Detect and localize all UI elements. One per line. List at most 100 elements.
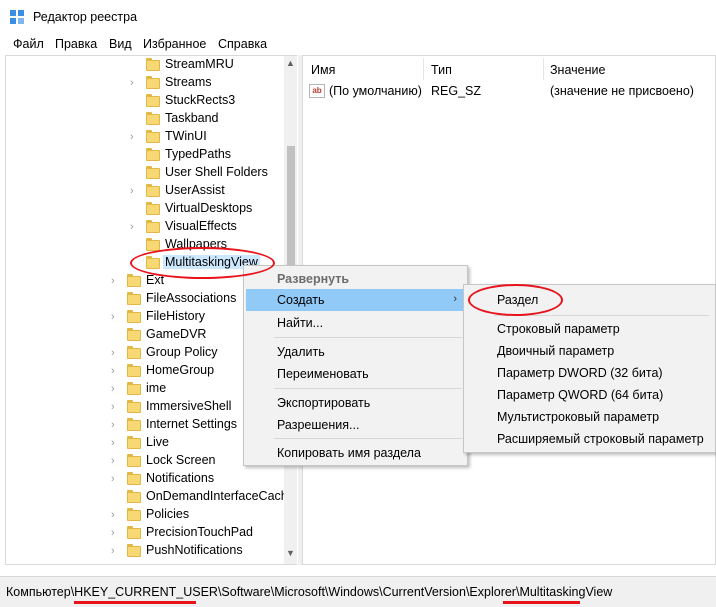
expand-chevron-icon[interactable]: › <box>130 184 140 198</box>
expand-chevron-icon[interactable]: › <box>111 346 121 360</box>
tree-item[interactable]: › PrecisionTouchPad <box>6 524 296 542</box>
tree-item-label: FileHistory <box>146 309 206 323</box>
column-name[interactable]: Имя <box>311 63 335 77</box>
menu-help[interactable]: Справка <box>218 37 267 51</box>
folder-icon <box>127 346 141 359</box>
tree-item-label: Streams <box>165 75 212 89</box>
expand-chevron-icon[interactable]: › <box>111 274 121 288</box>
expand-chevron-icon[interactable]: › <box>111 400 121 414</box>
menu-item-permissions[interactable]: Разрешения... <box>246 414 465 436</box>
tree-item[interactable]: OnDemandInterfaceCach <box>6 488 296 506</box>
folder-icon <box>146 94 160 107</box>
folder-icon <box>127 508 141 521</box>
submenu-item-binary-value[interactable]: Двоичный параметр <box>466 340 713 362</box>
menu-item-expand[interactable]: Развернуть <box>246 268 465 290</box>
submenu-item-key[interactable]: Раздел <box>466 289 713 311</box>
value-data: (значение не присвоено) <box>550 84 694 98</box>
menu-item-find[interactable]: Найти... <box>246 312 465 334</box>
expand-chevron-icon[interactable]: › <box>111 472 121 486</box>
value-type: REG_SZ <box>431 84 482 98</box>
expand-chevron-icon[interactable]: › <box>111 436 121 450</box>
expand-chevron-icon[interactable]: › <box>111 418 121 432</box>
expand-chevron-icon[interactable]: › <box>111 382 121 396</box>
tree-item-label: OnDemandInterfaceCach <box>146 489 288 503</box>
tree-item-label: TypedPaths <box>165 147 232 161</box>
menu-view[interactable]: Вид <box>109 37 132 51</box>
submenu-item-multi-string-value[interactable]: Мультистроковый параметр <box>466 406 713 428</box>
expand-chevron-icon[interactable]: › <box>111 310 121 324</box>
regedit-app-icon <box>10 10 24 24</box>
expand-chevron-icon[interactable]: › <box>111 526 121 540</box>
folder-icon <box>127 526 141 539</box>
tree-item[interactable]: › TWinUI <box>6 128 296 146</box>
annotation-underline-hkcu <box>74 601 196 604</box>
tree-item[interactable]: StuckRects3 <box>6 92 296 110</box>
tree-item-label: User Shell Folders <box>165 165 268 179</box>
folder-icon <box>146 202 160 215</box>
status-path: Компьютер\HKEY_CURRENT_USER\Software\Mic… <box>6 585 613 599</box>
folder-icon <box>146 238 160 251</box>
tree-item[interactable]: StreamMRU <box>6 56 296 74</box>
menu-edit[interactable]: Правка <box>55 37 97 51</box>
folder-icon <box>146 148 160 161</box>
tree-item[interactable]: › Streams <box>6 74 296 92</box>
folder-icon <box>127 328 141 341</box>
menu-item-delete[interactable]: Удалить <box>246 341 465 363</box>
folder-icon <box>127 310 141 323</box>
tree-item-label: FileAssociations <box>146 291 237 305</box>
value-row[interactable]: ab (По умолчанию) REG_SZ (значение не пр… <box>303 83 715 101</box>
menu-bar: Файл Правка Вид Избранное Справка <box>0 35 716 55</box>
column-type[interactable]: Тип <box>431 63 452 77</box>
column-value[interactable]: Значение <box>550 63 605 77</box>
tree-item[interactable]: › Policies <box>6 506 296 524</box>
tree-item-label: Live <box>146 435 169 449</box>
tree-item-label: GameDVR <box>146 327 207 341</box>
annotation-underline-multitaskingview <box>503 601 580 604</box>
submenu-item-qword-value[interactable]: Параметр QWORD (64 бита) <box>466 384 713 406</box>
scroll-up-icon[interactable]: ▲ <box>286 58 295 68</box>
folder-icon <box>127 382 141 395</box>
menu-item-create[interactable]: Создать › <box>246 289 465 311</box>
tree-item-label: ime <box>146 381 167 395</box>
folder-icon <box>127 436 141 449</box>
folder-icon <box>127 418 141 431</box>
menu-separator <box>274 337 462 338</box>
submenu-item-expandable-string-value[interactable]: Расширяемый строковый параметр <box>466 428 713 450</box>
context-menu: Развернуть Создать › Найти... Удалить Пер… <box>243 265 468 466</box>
menu-favorites[interactable]: Избранное <box>143 37 206 51</box>
menu-file[interactable]: Файл <box>13 37 44 51</box>
expand-chevron-icon[interactable]: › <box>111 508 121 522</box>
folder-icon <box>127 274 141 287</box>
submenu-item-string-value[interactable]: Строковый параметр <box>466 318 713 340</box>
tree-item[interactable]: › UserAssist <box>6 182 296 200</box>
tree-item[interactable]: Taskband <box>6 110 296 128</box>
tree-item-label: StuckRects3 <box>165 93 236 107</box>
tree-item[interactable]: TypedPaths <box>6 146 296 164</box>
menu-item-copy-key-name[interactable]: Копировать имя раздела <box>246 442 465 464</box>
folder-icon <box>127 400 141 413</box>
tree-item[interactable]: User Shell Folders <box>6 164 296 182</box>
tree-item-label: VirtualDesktops <box>165 201 253 215</box>
string-value-icon: ab <box>309 84 325 98</box>
expand-chevron-icon[interactable]: › <box>111 454 121 468</box>
submenu-item-dword-value[interactable]: Параметр DWORD (32 бита) <box>466 362 713 384</box>
column-separator[interactable] <box>423 58 424 80</box>
tree-item-label: Lock Screen <box>146 453 216 467</box>
tree-item[interactable]: › Notifications <box>6 470 296 488</box>
expand-chevron-icon[interactable]: › <box>111 364 121 378</box>
expand-chevron-icon[interactable]: › <box>111 544 121 558</box>
column-separator[interactable] <box>543 58 544 80</box>
tree-item[interactable]: Wallpapers <box>6 236 296 254</box>
scroll-down-icon[interactable]: ▼ <box>286 548 295 558</box>
tree-item-label: Notifications <box>146 471 215 485</box>
folder-icon <box>146 58 160 71</box>
menu-item-export[interactable]: Экспортировать <box>246 392 465 414</box>
tree-item[interactable]: › PushNotifications <box>6 542 296 560</box>
expand-chevron-icon[interactable]: › <box>130 220 140 234</box>
tree-item-label: PrecisionTouchPad <box>146 525 254 539</box>
tree-item[interactable]: VirtualDesktops <box>6 200 296 218</box>
tree-item[interactable]: › VisualEffects <box>6 218 296 236</box>
expand-chevron-icon[interactable]: › <box>130 130 140 144</box>
expand-chevron-icon[interactable]: › <box>130 76 140 90</box>
menu-item-rename[interactable]: Переименовать <box>246 363 465 385</box>
